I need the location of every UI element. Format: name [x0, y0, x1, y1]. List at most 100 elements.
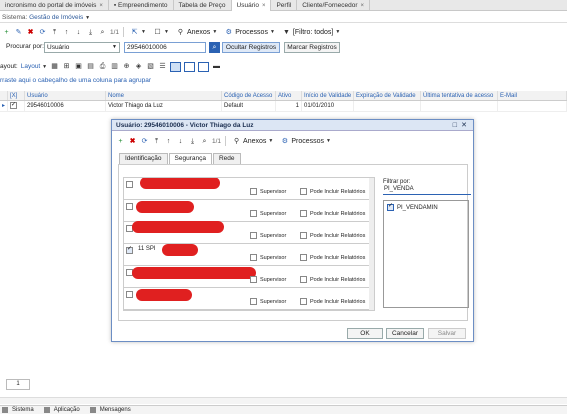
permission-checkbox[interactable]: [126, 203, 133, 210]
next-record-icon[interactable]: ↓: [176, 137, 185, 146]
role-checkbox[interactable]: [387, 202, 394, 211]
tab-identificacao[interactable]: Identificação: [119, 153, 168, 164]
search-input[interactable]: 29546010006: [124, 42, 206, 53]
vertical-scrollbar[interactable]: [369, 178, 374, 310]
delete-icon[interactable]: ✖: [26, 28, 35, 37]
close-icon[interactable]: ×: [361, 3, 365, 9]
col-usuario[interactable]: Usuário: [25, 91, 106, 100]
status-mensagens[interactable]: Mensagens: [88, 406, 135, 414]
supervisor-checkbox[interactable]: [250, 232, 257, 239]
list-icon[interactable]: ☰: [158, 62, 167, 71]
grid-icon[interactable]: ▦: [50, 62, 59, 71]
next-record-icon[interactable]: ↓: [74, 28, 83, 37]
col-ativo[interactable]: Ativo: [276, 91, 302, 100]
col-expiracao-validade[interactable]: Expiração de Validade: [354, 91, 421, 100]
delete-icon[interactable]: ✖: [128, 137, 137, 146]
tab-tabela-preco[interactable]: Tabela de Preço: [174, 0, 232, 11]
maximize-icon[interactable]: □: [453, 120, 457, 131]
group-icon[interactable]: ⊞: [62, 62, 71, 71]
layout-view-2-button[interactable]: [184, 61, 196, 72]
relatorios-checkbox[interactable]: [300, 276, 307, 283]
last-record-icon[interactable]: ⤓: [86, 28, 95, 37]
cancel-button[interactable]: Cancelar: [386, 328, 424, 339]
search-button[interactable]: ⌕: [209, 42, 220, 53]
supervisor-checkbox[interactable]: [250, 188, 257, 195]
column-chooser-icon[interactable]: ▤: [86, 62, 95, 71]
tab-rede[interactable]: Rede: [212, 153, 241, 164]
page-number[interactable]: 1: [6, 379, 30, 390]
expand-icon[interactable]: ⊕: [122, 62, 131, 71]
close-icon[interactable]: ✕: [461, 120, 467, 131]
supervisor-checkbox[interactable]: [250, 276, 257, 283]
edit-icon[interactable]: ✎: [14, 28, 23, 37]
anexos-button[interactable]: ⚲ Anexos ▼: [174, 28, 219, 37]
supervisor-checkbox[interactable]: [250, 210, 257, 217]
horizontal-scrollbar[interactable]: [0, 397, 567, 404]
print-icon[interactable]: ⎙: [98, 62, 107, 71]
close-icon[interactable]: ×: [262, 3, 266, 9]
add-icon[interactable]: +: [116, 137, 125, 146]
previous-record-icon[interactable]: ↑: [164, 137, 173, 146]
col-nome[interactable]: Nome: [106, 91, 222, 100]
add-icon[interactable]: +: [2, 28, 11, 37]
chart-icon[interactable]: ▧: [146, 62, 155, 71]
search-icon[interactable]: ⌕: [200, 137, 209, 146]
tab-perfil[interactable]: Perfil: [271, 0, 298, 11]
module-selector[interactable]: Sistema: Gestão de Imóveis ▼: [0, 12, 567, 23]
dialog-processos-button[interactable]: ⚙ Processos ▼: [278, 137, 333, 146]
layout-view-3-button[interactable]: [198, 61, 210, 72]
cell-email: [498, 101, 567, 111]
last-record-icon[interactable]: ⤓: [188, 137, 197, 146]
list-item[interactable]: PI_VENDAMIN: [387, 202, 438, 211]
hide-records-button[interactable]: Ocultar Registros: [222, 42, 280, 53]
col-select[interactable]: [X]: [8, 91, 25, 100]
cell-usuario: 29546010006: [25, 101, 106, 111]
filter-button[interactable]: ▼ [Filtro: todos] ▼: [280, 28, 342, 37]
search-icon[interactable]: ⌕: [98, 28, 107, 37]
close-icon[interactable]: ×: [99, 3, 103, 9]
tag-icon[interactable]: ◈: [134, 62, 143, 71]
relatorios-checkbox[interactable]: [300, 232, 307, 239]
view-button[interactable]: ☐ ▼: [151, 28, 171, 37]
filter-input[interactable]: PI_VENDA: [383, 185, 471, 195]
col-email[interactable]: E-Mail: [498, 91, 567, 100]
col-inicio-validade[interactable]: Início de Validade: [302, 91, 354, 100]
relatorios-checkbox[interactable]: [300, 210, 307, 217]
previous-record-icon[interactable]: ↑: [62, 28, 71, 37]
tab-usuario[interactable]: Usuário ×: [231, 0, 272, 11]
first-record-icon[interactable]: ⤒: [152, 137, 161, 146]
processos-button[interactable]: ⚙ Processos ▼: [222, 28, 277, 37]
status-aplicacao[interactable]: Aplicação: [42, 406, 84, 414]
search-field-select[interactable]: Usuário ▼: [44, 42, 120, 53]
tab-sincronismo[interactable]: incronismo do portal de imóveis ×: [0, 0, 109, 11]
tab-cliente-fornecedor[interactable]: Cliente/Fornecedor ×: [297, 0, 371, 11]
status-sistema[interactable]: Sistema: [0, 406, 38, 414]
mark-records-button[interactable]: Marcar Registros: [284, 42, 340, 53]
layout-dropdown[interactable]: Layout ▼: [21, 63, 47, 70]
first-record-icon[interactable]: ⤒: [50, 28, 59, 37]
col-codigo-acesso[interactable]: Código de Acesso: [222, 91, 276, 100]
layout-view-1-button[interactable]: [170, 61, 182, 72]
dialog-anexos-button[interactable]: ⚲ Anexos ▼: [230, 137, 275, 146]
permission-checkbox[interactable]: [126, 291, 133, 298]
save-layout-icon[interactable]: ▣: [74, 62, 83, 71]
supervisor-checkbox[interactable]: [250, 298, 257, 305]
export-button[interactable]: ⇱ ▼: [128, 28, 148, 37]
col-ultima-tentativa[interactable]: Última tentativa de acesso: [421, 91, 498, 100]
save-button[interactable]: Salvar: [428, 328, 466, 339]
relatorios-checkbox[interactable]: [300, 298, 307, 305]
tab-seguranca[interactable]: Segurança: [168, 153, 212, 164]
refresh-icon[interactable]: ⟳: [140, 137, 149, 146]
tab-empreendimento[interactable]: ▪ Empreendimento: [109, 0, 174, 11]
ok-button[interactable]: OK: [347, 328, 383, 339]
permission-checkbox[interactable]: [126, 181, 133, 188]
refresh-icon[interactable]: ⟳: [38, 28, 47, 37]
permission-checkbox[interactable]: [126, 245, 133, 254]
relatorios-checkbox[interactable]: [300, 188, 307, 195]
export-excel-icon[interactable]: ▥: [110, 62, 119, 71]
options-icon[interactable]: ▬: [212, 62, 221, 71]
row-checkbox[interactable]: [10, 101, 17, 111]
table-row[interactable]: ▸ 29546010006 Victor Thiago da Luz Defau…: [0, 101, 567, 112]
supervisor-checkbox[interactable]: [250, 254, 257, 261]
relatorios-checkbox[interactable]: [300, 254, 307, 261]
